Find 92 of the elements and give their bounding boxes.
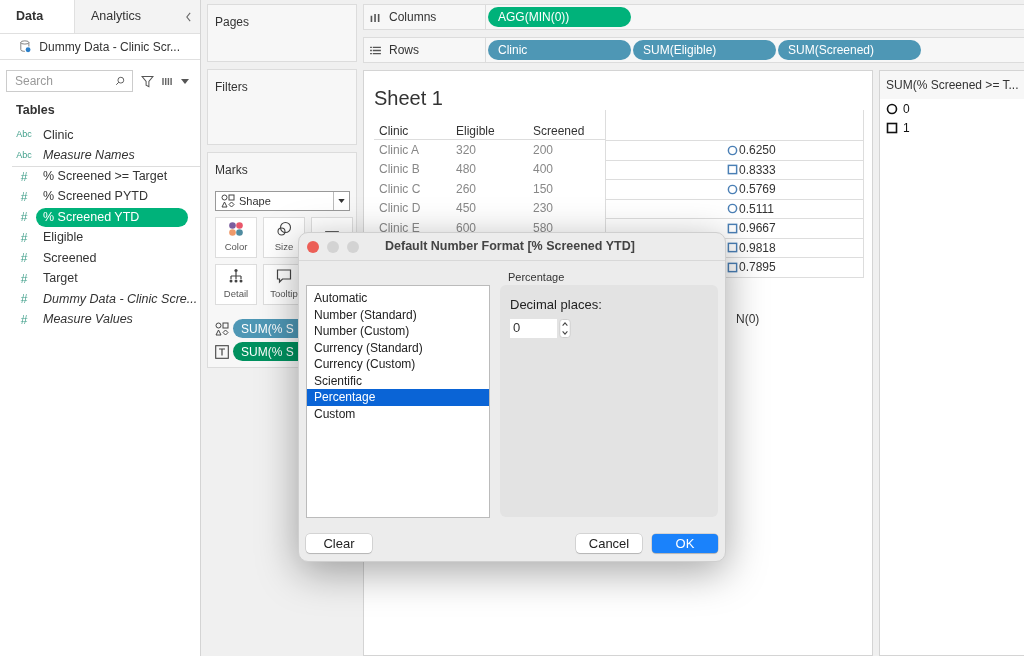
size-circles-icon <box>276 220 292 237</box>
table-cell: 150 <box>533 181 554 196</box>
format-list-item[interactable]: Percentage <box>307 389 489 406</box>
measure-type-glyph: # <box>19 229 29 247</box>
dropdown-value: Shape <box>239 193 271 209</box>
value-label: 0.6250 <box>739 142 776 160</box>
hierarchy-icon <box>228 267 244 284</box>
value-label: 0.8333 <box>739 161 776 179</box>
table-cell: 400 <box>533 162 554 177</box>
value-label: 0.5769 <box>739 181 776 199</box>
table-cell: Clinic A <box>379 142 419 157</box>
decimal-places-field[interactable]: 0 <box>510 318 557 338</box>
measure-type-glyph: # <box>19 311 29 329</box>
sheet-title: Sheet 1 <box>374 86 444 111</box>
database-icon <box>20 39 32 54</box>
table-cell: 580 <box>533 220 554 235</box>
field-item[interactable]: Target <box>36 269 85 288</box>
measure-type-glyph: # <box>19 250 29 267</box>
shelf-title: Filters <box>215 80 248 94</box>
dimension-type-glyph: Abc <box>15 148 33 162</box>
dimension-type-glyph: Abc <box>15 128 33 142</box>
measure-type-glyph: # <box>19 209 29 226</box>
table-cell: Clinic C <box>379 181 421 196</box>
column-header: Eligible <box>451 122 528 140</box>
search-field[interactable]: Search <box>6 70 133 92</box>
column-header: Screened <box>528 122 605 140</box>
table-cell: 200 <box>533 142 554 157</box>
ok-button[interactable]: OK <box>652 534 718 553</box>
shapes-icon <box>215 321 229 336</box>
collapse-chevron-icon[interactable] <box>185 11 192 22</box>
field-item[interactable]: Dummy Data - Clinic Scre... <box>36 289 205 309</box>
table-cell: Clinic E <box>379 220 420 235</box>
shelf-label: Rows <box>389 42 419 59</box>
legend-title: SUM(% Screened >= T... <box>880 71 1024 99</box>
speech-bubble-icon <box>276 267 292 284</box>
view-columns-icon[interactable] <box>162 76 173 86</box>
panel-tab[interactable]: Analytics <box>74 0 184 33</box>
columns-icon <box>370 12 381 22</box>
table-cell: 480 <box>456 162 477 177</box>
table-cell: 450 <box>456 201 477 216</box>
format-list-item[interactable]: Scientific <box>307 372 489 389</box>
shelf-title: Pages <box>215 15 250 29</box>
shelf-title: Marks <box>215 162 249 179</box>
field-item[interactable]: Measure Values <box>36 310 140 329</box>
legend-label: 0 <box>903 100 910 118</box>
mark-type-dropdown[interactable]: Shape <box>215 191 350 211</box>
field-item[interactable]: % Screened PYTD <box>36 187 155 206</box>
legend-label: 1 <box>903 119 910 137</box>
table-cell: 320 <box>456 142 477 157</box>
stepper-icon[interactable] <box>559 318 571 338</box>
filter-icon[interactable] <box>141 74 154 88</box>
measure-type-glyph: # <box>19 270 29 288</box>
field-item[interactable]: Clinic <box>36 125 81 145</box>
table-cell: Clinic B <box>379 162 420 177</box>
color-dots-icon <box>228 220 244 237</box>
shelf-label: Columns <box>389 9 437 26</box>
clear-button[interactable]: Clear <box>306 534 372 553</box>
field-item[interactable]: Eligible <box>36 228 91 247</box>
dropdown-caret-icon <box>338 199 345 203</box>
field-label: Decimal places: <box>510 296 603 314</box>
field-item[interactable]: % Screened >= Target <box>36 167 175 186</box>
dialog-title: Default Number Format [% Screened YTD] <box>385 238 635 256</box>
search-icon <box>115 76 125 86</box>
value-label: 0.9667 <box>739 220 776 238</box>
measure-type-glyph: # <box>19 168 29 186</box>
close-window-button[interactable] <box>307 240 319 253</box>
mark-property-card[interactable]: Color <box>215 217 257 258</box>
cancel-button[interactable]: Cancel <box>576 534 642 553</box>
table-cell: 230 <box>533 201 554 216</box>
shapes-icon <box>221 194 235 208</box>
dropdown-caret-icon[interactable] <box>181 78 189 84</box>
section-heading: Tables <box>15 102 56 119</box>
mark-property-card[interactable]: Size <box>263 217 305 258</box>
value-label: 0.7895 <box>739 259 776 277</box>
rows-icon <box>370 45 381 55</box>
measure-type-glyph: # <box>19 188 29 206</box>
table-cell: 260 <box>456 181 477 196</box>
table-cell: Clinic D <box>379 201 421 216</box>
measure-type-glyph: # <box>19 291 29 308</box>
value-label: 0.5111 <box>739 200 774 218</box>
panel-title: Percentage <box>507 270 566 285</box>
field-item[interactable]: Measure Names <box>36 146 142 165</box>
format-list-item[interactable]: Automatic <box>307 290 489 307</box>
axis-label: N(0) <box>736 310 760 328</box>
field-item[interactable]: Screened <box>36 248 104 268</box>
table-cell: 600 <box>456 220 477 235</box>
text-box-icon <box>215 344 229 359</box>
format-list-item[interactable]: Custom <box>307 405 489 422</box>
mark-property-card[interactable]: Detail <box>215 264 257 305</box>
datasource-name[interactable]: Dummy Data - Clinic Scr... <box>39 37 180 56</box>
value-label: 0.9818 <box>739 239 776 257</box>
column-header: Clinic <box>374 122 451 140</box>
